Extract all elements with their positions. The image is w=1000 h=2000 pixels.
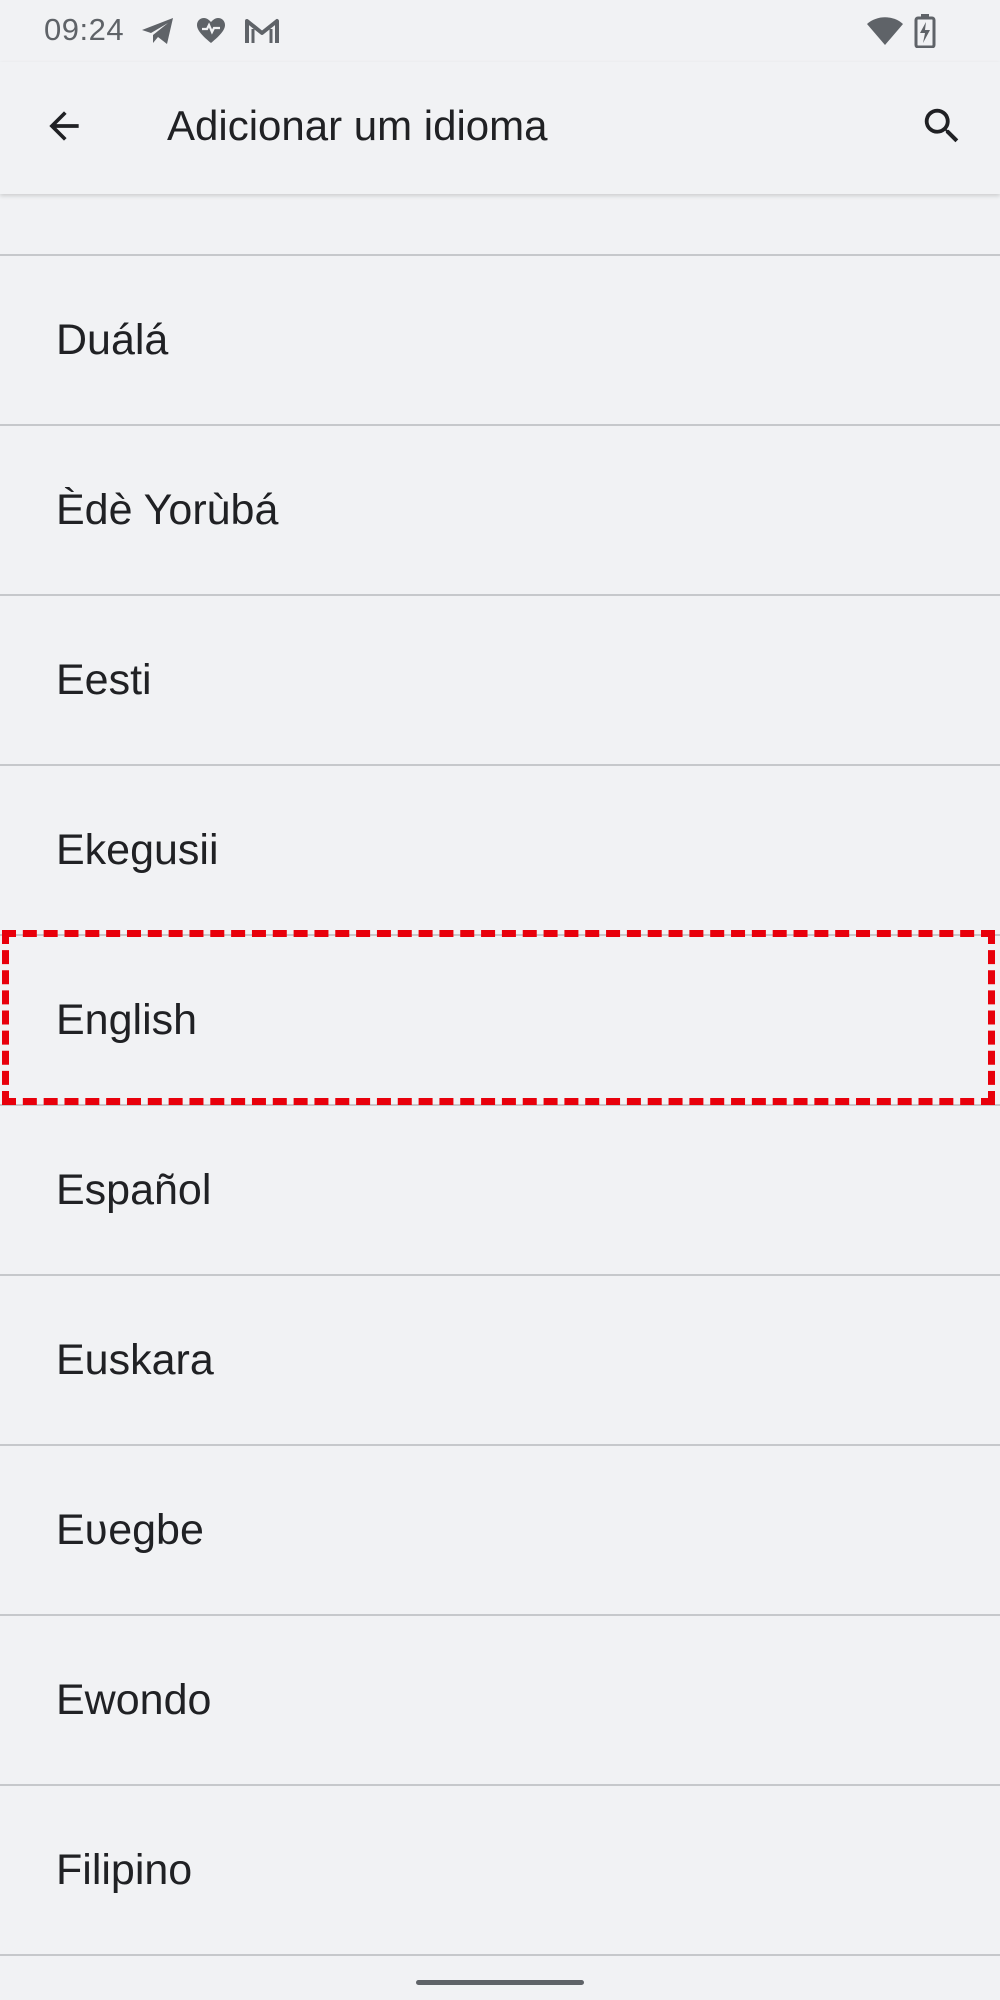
- language-list[interactable]: Duálá Èdè Yorùbá Eesti Ekegusii English …: [0, 194, 1000, 1960]
- language-item-duala[interactable]: Duálá: [0, 256, 1000, 426]
- language-item-evegbe[interactable]: Eʋegbe: [0, 1446, 1000, 1616]
- telegram-icon: [140, 14, 176, 48]
- search-button[interactable]: [902, 88, 982, 168]
- language-label: Èdè Yorùbá: [56, 485, 279, 534]
- language-item-ekegusii[interactable]: Ekegusii: [0, 766, 1000, 936]
- language-item-english[interactable]: English: [0, 936, 1000, 1106]
- language-label: Ekegusii: [56, 825, 219, 874]
- language-label: English: [56, 995, 198, 1044]
- app-bar: Adicionar um idioma: [0, 62, 1000, 194]
- language-item-ewondo[interactable]: Ewondo: [0, 1616, 1000, 1786]
- wifi-icon: [866, 14, 904, 48]
- language-label: Duálá: [56, 315, 169, 364]
- language-label: Ewondo: [56, 1675, 212, 1724]
- arrow-back-icon: [42, 104, 86, 153]
- gesture-nav-handle[interactable]: [416, 1980, 584, 1985]
- health-icon: [196, 14, 226, 48]
- language-label: Euskara: [56, 1335, 214, 1384]
- language-label: Español: [56, 1165, 212, 1214]
- back-button[interactable]: [24, 88, 104, 168]
- language-item-ede-yoruba[interactable]: Èdè Yorùbá: [0, 426, 1000, 596]
- language-item-euskara[interactable]: Euskara: [0, 1276, 1000, 1446]
- language-label: Eesti: [56, 655, 152, 704]
- status-time: 09:24: [44, 12, 125, 47]
- page-title: Adicionar um idioma: [167, 102, 548, 149]
- list-item-partial[interactable]: [0, 194, 1000, 256]
- language-item-eesti[interactable]: Eesti: [0, 596, 1000, 766]
- language-label: Filipino: [56, 1845, 193, 1894]
- language-item-espanol[interactable]: Español: [0, 1106, 1000, 1276]
- language-label: Eʋegbe: [56, 1505, 204, 1554]
- gmail-icon: [244, 14, 280, 48]
- battery-charging-icon: [914, 14, 936, 48]
- language-item-filipino[interactable]: Filipino: [0, 1786, 1000, 1956]
- status-bar: 09:24: [0, 0, 1000, 62]
- search-icon: [919, 103, 965, 154]
